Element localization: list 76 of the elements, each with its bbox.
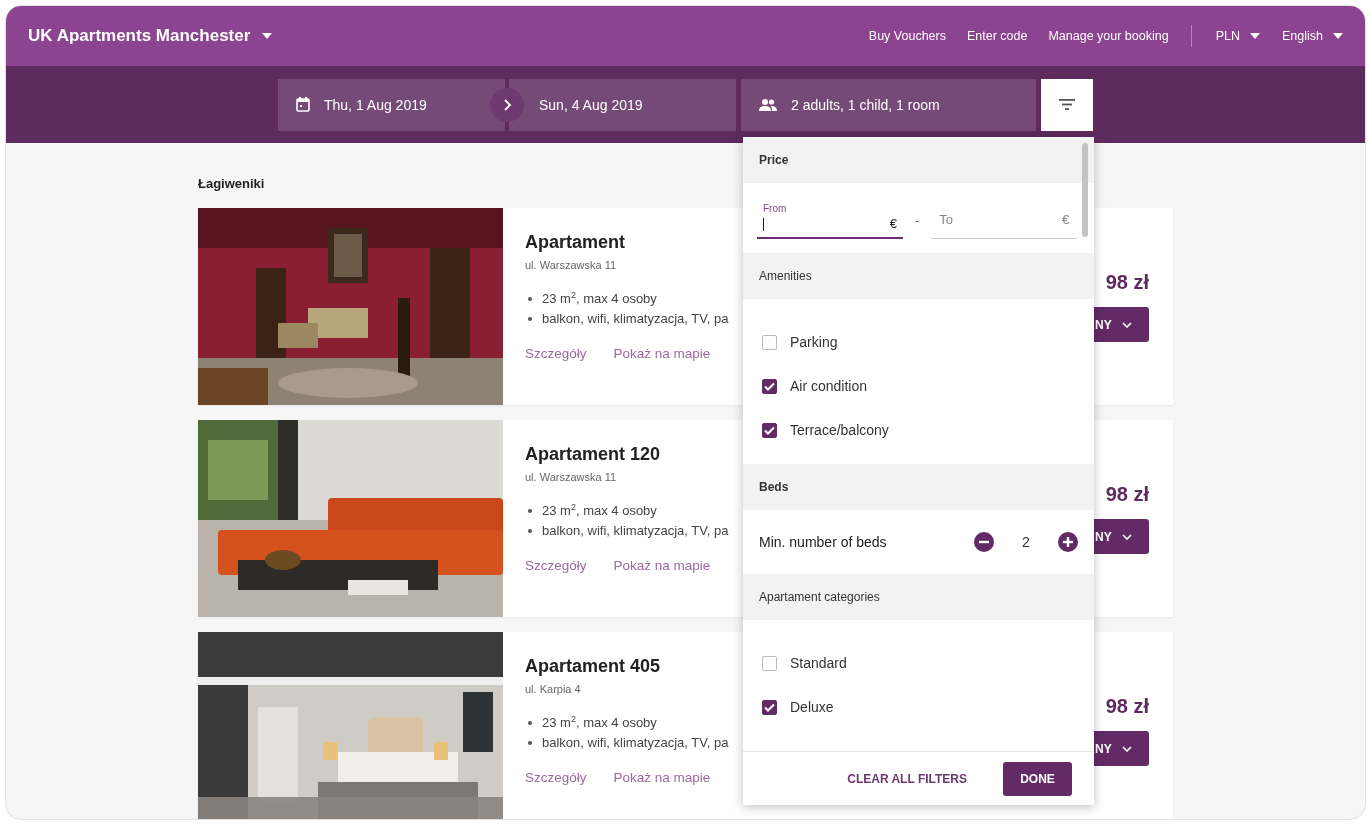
checkbox[interactable] [762,422,777,438]
feature-item: 23 m$^{2}$, max 4 osoby [542,713,657,732]
clear-filters-button[interactable]: CLEAR ALL FILTERS [841,770,973,787]
range-separator: - [915,212,920,228]
book-button[interactable]: NY [1093,731,1149,766]
listing-link[interactable]: Szczegóły [525,558,587,573]
checkbox[interactable] [762,378,777,394]
checkbox-label: Standard [790,655,847,671]
caret-icon [262,33,273,39]
listing-address: ul. Karpia 4 [525,683,582,695]
listing-name: Apartament 405 [525,656,662,677]
listing-name: Apartament [525,232,627,253]
checkbox[interactable] [762,334,777,350]
nav-link[interactable]: Manage your booking [1048,29,1169,43]
bullet-icon [528,317,532,321]
stepper-value: 2 [1021,534,1031,550]
checkbox[interactable] [762,699,777,715]
chevron-down-icon [1121,533,1132,540]
people-icon [759,98,777,111]
feature-item: 23 m$^{2}$, max 4 osoby [542,289,657,308]
listing-link[interactable]: Pokaż na mapie [613,558,711,573]
plus-icon[interactable] [1058,532,1078,552]
text-cursor [763,218,764,231]
caret-icon [1250,33,1260,39]
chevron-down-icon [1121,745,1132,752]
stepper-label: Min. number of beds [759,534,888,550]
listing-price: 98 zł [1105,271,1149,294]
bullet-icon [528,509,532,513]
nav-link[interactable]: Enter code [966,29,1028,43]
listing-link[interactable]: Szczegóły [525,770,587,785]
minus-icon[interactable] [974,532,994,552]
checkbox-label: Air condition [790,378,868,394]
book-button[interactable]: NY [1093,307,1149,342]
bullet-icon [528,721,532,725]
section-header: Price [743,137,1094,183]
checkbox-label: Parking [790,334,838,350]
book-button[interactable]: NY [1093,519,1149,554]
done-button[interactable]: DONE [1003,761,1072,796]
caret-icon [1333,33,1343,39]
guests-field[interactable]: 2 adults, 1 child, 1 room [741,78,1036,131]
listing-link[interactable]: Pokaż na mapie [613,770,711,785]
bullet-icon [528,529,532,533]
bullet-icon [528,297,532,301]
feature-item: balkon, wifi, klimatyzacja, TV, pa [542,734,729,752]
listing-name: Apartament 120 [525,444,662,465]
listing-link[interactable]: Pokaż na mapie [613,346,711,361]
listing-address: ul. Warszawska 11 [525,259,618,271]
price-from-field[interactable]: From € [757,201,903,239]
checkbox-label: Deluxe [790,699,834,715]
currency-selector[interactable]: PLN [1215,29,1240,43]
price-to-field[interactable]: To € [931,201,1078,239]
listing-price: 98 zł [1105,483,1149,506]
listing-address: ul. Warszawska 11 [525,471,618,483]
chevron-right-icon [490,87,524,122]
checkbox-label: Terrace/balcony [790,422,889,438]
section-header: Apartament categories [743,574,1094,620]
filter-icon [1059,99,1075,110]
bullet-icon [528,741,532,745]
section-header: Beds [743,464,1094,510]
check-out-field[interactable]: Sun, 4 Aug 2019 [509,78,736,131]
listing-price: 98 zł [1105,695,1149,718]
scrollbar[interactable] [1082,143,1088,237]
section-title: Łagiweniki [198,176,266,191]
listing-link[interactable]: Szczegóły [525,346,587,361]
chevron-down-icon [1121,321,1132,328]
check-in-field[interactable]: Thu, 1 Aug 2019 [278,78,505,131]
feature-item: 23 m$^{2}$, max 4 osoby [542,501,657,520]
site-title[interactable]: UK Apartments Manchester [28,26,273,46]
filter-button[interactable] [1041,78,1093,131]
feature-item: balkon, wifi, klimatyzacja, TV, pa [542,310,729,328]
feature-item: balkon, wifi, klimatyzacja, TV, pa [542,522,729,540]
language-selector[interactable]: English [1282,29,1323,43]
section-header: Amenities [743,253,1094,299]
calendar-icon [296,97,310,112]
checkbox[interactable] [762,655,777,671]
nav-link[interactable]: Buy Vouchers [868,29,946,43]
